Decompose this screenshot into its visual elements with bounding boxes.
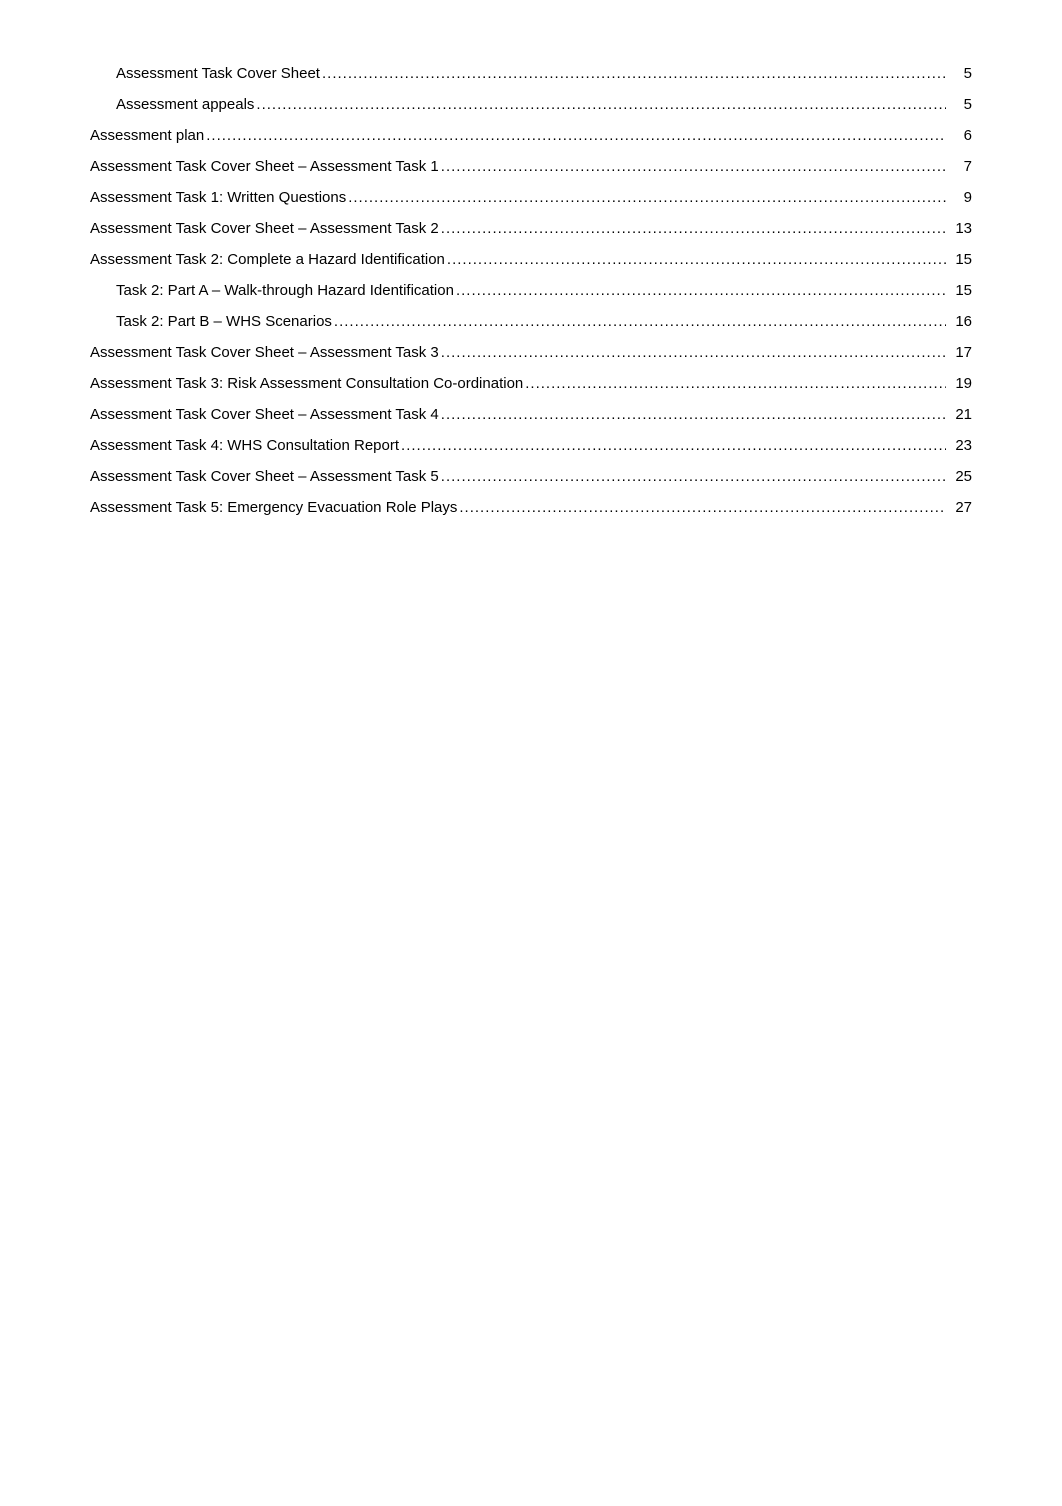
toc-title: Assessment Task Cover Sheet – Assessment… xyxy=(90,339,439,366)
toc-title: Assessment Task 2: Complete a Hazard Ide… xyxy=(90,246,445,273)
toc-leader-dots xyxy=(525,370,946,397)
toc-leader-dots xyxy=(441,215,946,242)
toc-row: Assessment Task 3: Risk Assessment Consu… xyxy=(90,370,972,397)
toc-leader-dots xyxy=(401,432,946,459)
toc-title: Assessment Task Cover Sheet – Assessment… xyxy=(90,153,439,180)
toc-page-number: 21 xyxy=(948,401,972,428)
toc-row: Assessment Task Cover Sheet 5 xyxy=(90,60,972,87)
toc-page-number: 25 xyxy=(948,463,972,490)
toc-leader-dots xyxy=(322,60,946,87)
toc-title: Task 2: Part B – WHS Scenarios xyxy=(116,308,332,335)
toc-row: Assessment Task Cover Sheet – Assessment… xyxy=(90,401,972,428)
toc-title: Assessment Task Cover Sheet xyxy=(116,60,320,87)
toc-page-number: 17 xyxy=(948,339,972,366)
toc-leader-dots xyxy=(456,277,946,304)
toc-page-number: 5 xyxy=(948,91,972,118)
toc-row: Task 2: Part B – WHS Scenarios 16 xyxy=(90,308,972,335)
toc-leader-dots xyxy=(459,494,946,521)
toc-page-number: 19 xyxy=(948,370,972,397)
toc-page-number: 15 xyxy=(948,246,972,273)
toc-row: Assessment plan 6 xyxy=(90,122,972,149)
toc-leader-dots xyxy=(441,153,946,180)
toc-title: Assessment Task Cover Sheet – Assessment… xyxy=(90,463,439,490)
toc-leader-dots xyxy=(334,308,946,335)
toc-row: Assessment Task 1: Written Questions 9 xyxy=(90,184,972,211)
toc-title: Assessment Task 5: Emergency Evacuation … xyxy=(90,494,457,521)
toc-leader-dots xyxy=(447,246,946,273)
toc-leader-dots xyxy=(441,401,946,428)
table-of-contents: Assessment Task Cover Sheet5Assessment a… xyxy=(90,60,972,521)
toc-leader-dots xyxy=(441,339,946,366)
toc-page-number: 16 xyxy=(948,308,972,335)
toc-leader-dots xyxy=(206,122,946,149)
toc-row: Assessment Task 2: Complete a Hazard Ide… xyxy=(90,246,972,273)
toc-row: Assessment Task Cover Sheet – Assessment… xyxy=(90,215,972,242)
toc-title: Task 2: Part A – Walk-through Hazard Ide… xyxy=(116,277,454,304)
toc-row: Assessment Task Cover Sheet – Assessment… xyxy=(90,463,972,490)
toc-row: Assessment Task 5: Emergency Evacuation … xyxy=(90,494,972,521)
toc-row: Assessment Task 4: WHS Consultation Repo… xyxy=(90,432,972,459)
toc-page-number: 5 xyxy=(948,60,972,87)
toc-leader-dots xyxy=(441,463,946,490)
toc-page-number: 27 xyxy=(948,494,972,521)
toc-title: Assessment Task Cover Sheet – Assessment… xyxy=(90,401,439,428)
toc-page-number: 23 xyxy=(948,432,972,459)
toc-row: Task 2: Part A – Walk-through Hazard Ide… xyxy=(90,277,972,304)
toc-row: Assessment appeals 5 xyxy=(90,91,972,118)
toc-title: Assessment appeals xyxy=(116,91,254,118)
toc-row: Assessment Task Cover Sheet – Assessment… xyxy=(90,339,972,366)
toc-title: Assessment Task 3: Risk Assessment Consu… xyxy=(90,370,523,397)
toc-row: Assessment Task Cover Sheet – Assessment… xyxy=(90,153,972,180)
toc-title: Assessment Task 4: WHS Consultation Repo… xyxy=(90,432,399,459)
toc-page-number: 9 xyxy=(948,184,972,211)
toc-title: Assessment plan xyxy=(90,122,204,149)
toc-title: Assessment Task 1: Written Questions xyxy=(90,184,346,211)
toc-leader-dots xyxy=(348,184,946,211)
toc-page-number: 15 xyxy=(948,277,972,304)
toc-page-number: 7 xyxy=(948,153,972,180)
toc-title: Assessment Task Cover Sheet – Assessment… xyxy=(90,215,439,242)
toc-leader-dots xyxy=(256,91,946,118)
toc-page-number: 13 xyxy=(948,215,972,242)
toc-page-number: 6 xyxy=(948,122,972,149)
